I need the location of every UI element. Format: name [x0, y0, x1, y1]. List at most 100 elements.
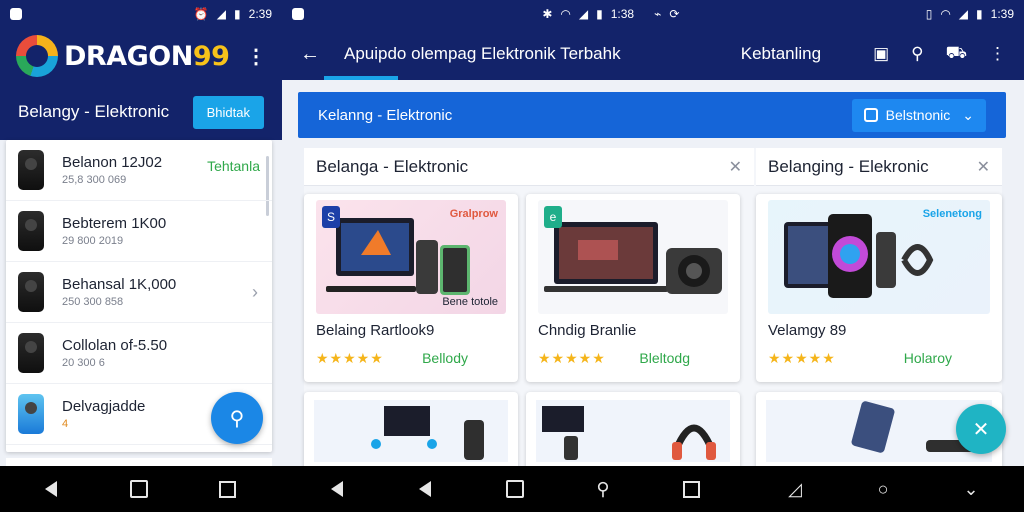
- rating-stars: ★★★★★: [768, 350, 836, 366]
- chevron-right-icon[interactable]: ›: [252, 282, 258, 303]
- category-action-button[interactable]: Bhidtak: [192, 95, 264, 129]
- rating-stars: ★★★★★: [316, 350, 384, 366]
- overflow-menu-icon[interactable]: ⋮: [246, 44, 266, 69]
- list-item[interactable]: Bebterem 1K00 29 800 2019: [6, 201, 272, 262]
- recents-nav-icon[interactable]: [680, 478, 702, 500]
- location-fab-icon[interactable]: ⚲: [211, 392, 263, 444]
- phone-icon: [18, 211, 44, 251]
- page-title: Apuipdo olempag Elektronik Terbahk: [344, 44, 621, 63]
- wifi-icon: ◠: [940, 7, 951, 21]
- back-arrow-icon[interactable]: ←: [300, 43, 320, 66]
- search-text: Belanga - Elektronic: [316, 156, 469, 176]
- left-screen: ⏰ ◢ ▮ 2:39 DRAGON99 ⋮ Belangy - Elektron…: [0, 0, 282, 512]
- search-bar[interactable]: Belanging - Elekronic ✕: [756, 148, 1002, 186]
- product-label: Bleltodg: [639, 350, 690, 366]
- product-badge: S: [322, 206, 340, 228]
- item-name: Bebterem 1K00: [62, 215, 167, 232]
- tab-indicator: [324, 76, 398, 80]
- image-caption: Bene totole: [442, 296, 498, 308]
- back-nav-icon[interactable]: [326, 478, 348, 500]
- signal-icon: ◢: [578, 7, 589, 21]
- item-price: 29 800 2019: [62, 235, 124, 247]
- status-bar: ⏰ ◢ ▮ 2:39: [0, 0, 282, 28]
- back-nav-icon[interactable]: [414, 478, 436, 500]
- item-name: Belanon 12J02: [62, 154, 163, 171]
- overflow-menu-icon[interactable]: ⋮: [989, 44, 1006, 64]
- category-icon: [863, 108, 878, 122]
- product-panel: Belanga - Elektronic ✕ Belanging - Elekr…: [304, 148, 1002, 482]
- list-item[interactable]: Behansal 1K,000 250 300 858 ›: [6, 262, 272, 323]
- category-select[interactable]: Belstnonic ⌄: [851, 98, 986, 132]
- item-name: Behansal 1K,000: [62, 276, 177, 293]
- battery-icon: ▮: [234, 7, 241, 21]
- close-fab-icon[interactable]: ✕: [956, 404, 1006, 454]
- status-time: 2:39: [248, 7, 272, 21]
- list-item[interactable]: Belanon 12J02 25,8 300 069 Tehtanla: [6, 140, 272, 201]
- header-action-link[interactable]: Kebtanling: [741, 44, 821, 64]
- banner-title: Kelanng - Elektronic: [318, 106, 453, 124]
- signal-nav-icon[interactable]: ◿: [784, 478, 806, 500]
- item-tag: Tehtanla: [207, 158, 260, 174]
- product-name: Chndig Branlie: [538, 322, 637, 339]
- bluetooth-icon: ✱: [542, 7, 553, 21]
- item-name: Collolan of-5.50: [62, 337, 168, 354]
- bottle-icon: [18, 394, 44, 434]
- home-nav-icon[interactable]: [504, 478, 526, 500]
- chevron-down-icon: ⌄: [962, 106, 974, 123]
- nfc-icon: ⌁: [654, 7, 662, 21]
- promo-label: Gralprow: [449, 208, 498, 220]
- close-icon[interactable]: ✕: [977, 157, 990, 177]
- search-text: Belanging - Elekronic: [768, 156, 929, 176]
- list-item[interactable]: Collolan of-5.50 20 300 6: [6, 323, 272, 384]
- product-image: [536, 400, 730, 462]
- sync-icon: ⟳: [669, 7, 680, 21]
- app-header: ← Apuipdo olempag Elektronik Terbahk Keb…: [282, 28, 1024, 80]
- product-image: [314, 400, 508, 462]
- vibrate-icon: ▯: [925, 7, 933, 21]
- category-select-value: Belstnonic: [885, 107, 951, 123]
- item-price: 20 300 6: [62, 357, 105, 369]
- back-nav-icon[interactable]: [40, 478, 62, 500]
- chat-icon[interactable]: ▣: [873, 44, 889, 64]
- right-screen: ✱ ◠ ◢ ▮ 1:38 ⌁ ⟳ ▯ ◠ ◢ ▮ 1:39 ← Apuipdo …: [282, 0, 1024, 512]
- battery-icon: ▮: [976, 7, 983, 21]
- product-image: e: [538, 200, 728, 314]
- recents-nav-icon[interactable]: [216, 478, 238, 500]
- promo-label: Selenetong: [922, 208, 982, 220]
- item-price: 250 300 858: [62, 296, 124, 308]
- product-card[interactable]: e Chndig Branlie ★★★★★ Bleltodg: [526, 194, 740, 382]
- product-label: Holaroy: [903, 350, 952, 366]
- chevron-down-nav-icon[interactable]: ⌄: [960, 478, 982, 500]
- dragon-logo-icon: [16, 35, 58, 77]
- product-badge: e: [544, 206, 562, 228]
- product-card[interactable]: S Gralprow Bene totole Belaing Rartlook9…: [304, 194, 518, 382]
- item-name: Delvagjadde: [62, 398, 146, 415]
- status-bar: ✱ ◠ ◢ ▮ 1:38 ⌁ ⟳ ▯ ◠ ◢ ▮ 1:39: [282, 0, 1024, 28]
- search-icon[interactable]: ⚲: [911, 44, 923, 64]
- brand-name: DRAGON99: [64, 40, 230, 72]
- search-nav-icon[interactable]: ⚲: [592, 478, 614, 500]
- wifi-icon: ◠: [560, 7, 571, 21]
- search-bar[interactable]: Belanga - Elektronic ✕: [304, 148, 754, 186]
- camera-icon: [18, 272, 44, 312]
- signal-icon: ◢: [958, 7, 969, 21]
- product-name: Belaing Rartlook9: [316, 322, 435, 339]
- item-price: 25,8 300 069: [62, 174, 127, 186]
- product-name: Velamgy 89: [768, 322, 847, 339]
- home-nav-icon[interactable]: [128, 478, 150, 500]
- item-price: 4: [62, 418, 69, 430]
- product-card[interactable]: Selenetong Velamgy 89 ★★★★★ Holaroy: [756, 194, 1002, 382]
- category-title: Belangy - Elektronic: [18, 102, 170, 121]
- category-bar: Belangy - Elektronic Bhidtak: [0, 84, 282, 140]
- product-label: Bellody: [422, 350, 468, 366]
- notification-icon: [10, 8, 22, 20]
- product-image: Selenetong: [768, 200, 990, 314]
- alarm-icon: ⏰: [193, 7, 209, 21]
- signal-icon: ◢: [216, 7, 227, 21]
- product-image: S Gralprow Bene totole: [316, 200, 506, 314]
- cart-icon[interactable]: ⛟: [946, 43, 967, 65]
- app-header: DRAGON99 ⋮: [0, 28, 282, 84]
- circle-nav-icon[interactable]: ○: [872, 478, 894, 500]
- close-icon[interactable]: ✕: [729, 157, 742, 177]
- notification-icon: [292, 8, 304, 20]
